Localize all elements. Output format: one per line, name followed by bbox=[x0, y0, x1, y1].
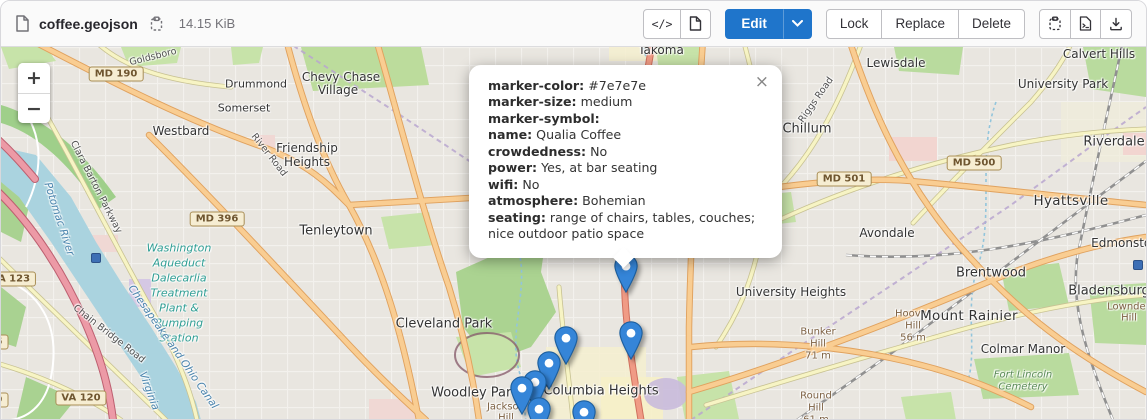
download-button[interactable] bbox=[1100, 9, 1132, 39]
code-icon: </> bbox=[652, 17, 673, 31]
road-shield: VA 120 bbox=[55, 391, 106, 406]
copy-path-button[interactable] bbox=[147, 14, 166, 34]
file-header: coffee.geojson 14.15 KiB </> bbox=[1, 1, 1146, 47]
file-header-actions: </> Edit Lock Replace D bbox=[643, 9, 1132, 39]
road-shield: A 123 bbox=[1, 272, 36, 287]
file-name: coffee.geojson bbox=[39, 16, 138, 32]
edit-dropdown-button[interactable] bbox=[783, 9, 812, 39]
road-shield: MD 500 bbox=[947, 156, 1002, 171]
poi-icon bbox=[91, 253, 101, 263]
file-icon bbox=[15, 15, 30, 32]
popup-property-row: wifi: No bbox=[488, 177, 763, 193]
edit-button[interactable]: Edit bbox=[725, 9, 783, 39]
file-size: 14.15 KiB bbox=[179, 16, 235, 31]
delete-button[interactable]: Delete bbox=[958, 9, 1025, 39]
popup-property-row: crowdedness: No bbox=[488, 144, 763, 160]
road-shield: MD 501 bbox=[817, 172, 872, 187]
copy-icon bbox=[1048, 16, 1062, 31]
map-marker[interactable] bbox=[572, 400, 597, 420]
zoom-in-button[interactable]: + bbox=[18, 63, 50, 93]
popup-property-row: marker-size: medium bbox=[488, 94, 763, 110]
lock-button[interactable]: Lock bbox=[826, 9, 883, 39]
map-marker[interactable] bbox=[527, 397, 552, 420]
popup-property-row: name: Qualia Coffee bbox=[488, 127, 763, 143]
popup-property-row: power: Yes, at bar seating bbox=[488, 160, 763, 176]
chevron-down-icon bbox=[792, 20, 803, 27]
edit-split-button: Edit bbox=[725, 9, 812, 39]
icon-action-group bbox=[1039, 9, 1132, 39]
map-zoom-control: + − bbox=[18, 63, 50, 123]
display-source-button[interactable]: </> bbox=[643, 9, 682, 39]
geojson-map[interactable]: GoldsboroChevy ChaseVillageDrummondSomer… bbox=[1, 47, 1146, 420]
popup-property-row: seating: range of chairs, tables, couche… bbox=[488, 210, 763, 243]
popup-body: marker-color: #7e7e7emarker-size: medium… bbox=[488, 78, 763, 243]
marker-popup: × marker-color: #7e7e7emarker-size: medi… bbox=[469, 65, 782, 258]
file-header-left: coffee.geojson 14.15 KiB bbox=[15, 14, 635, 34]
popup-close-icon[interactable]: × bbox=[751, 70, 773, 94]
map-marker[interactable] bbox=[619, 321, 644, 360]
zoom-out-button[interactable]: − bbox=[18, 93, 50, 123]
clipboard-icon bbox=[149, 16, 164, 32]
road-shield: MD 396 bbox=[190, 212, 245, 227]
popup-property-row: atmosphere: Bohemian bbox=[488, 193, 763, 209]
geojson-file-viewer: coffee.geojson 14.15 KiB </> bbox=[0, 0, 1147, 420]
document-icon bbox=[689, 16, 702, 31]
raw-file-icon bbox=[1079, 16, 1092, 31]
popup-property-row: marker-color: #7e7e7e bbox=[488, 78, 763, 94]
display-rendered-button[interactable] bbox=[680, 9, 711, 39]
copy-contents-button[interactable] bbox=[1039, 9, 1071, 39]
replace-button[interactable]: Replace bbox=[881, 9, 959, 39]
poi-icon bbox=[1133, 260, 1143, 270]
road-shield: 5 bbox=[1, 335, 8, 350]
open-raw-button[interactable] bbox=[1070, 9, 1101, 39]
road-shield: 9 bbox=[1, 393, 8, 408]
view-toggle-group: </> bbox=[643, 9, 712, 39]
file-action-group: Lock Replace Delete bbox=[826, 9, 1025, 39]
download-icon bbox=[1109, 17, 1123, 31]
road-shield: MD 190 bbox=[89, 67, 144, 82]
popup-property-row: marker-symbol: bbox=[488, 111, 763, 127]
